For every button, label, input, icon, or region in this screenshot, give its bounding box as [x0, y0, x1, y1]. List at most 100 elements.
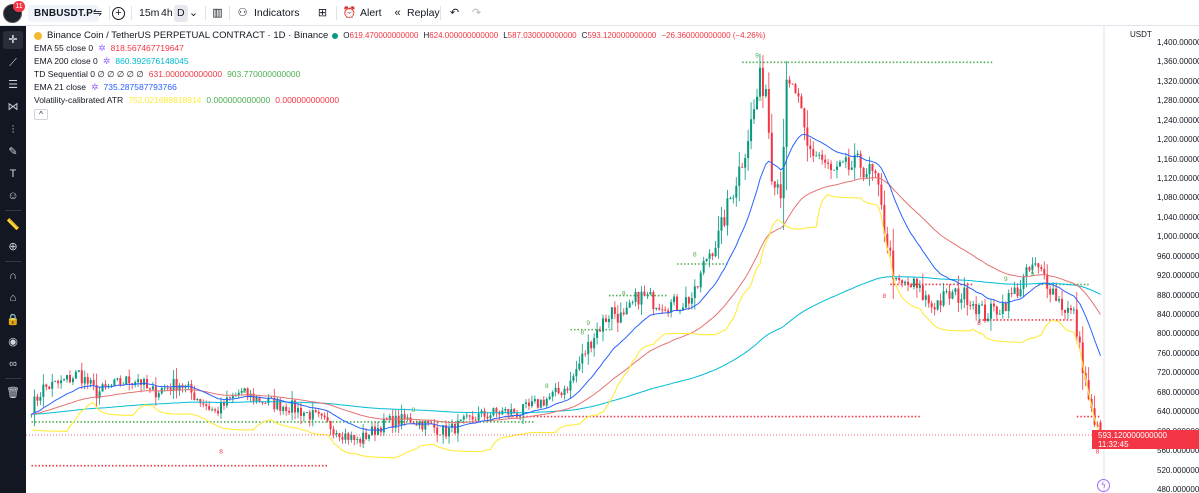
- compare-icon[interactable]: ⇋: [89, 5, 106, 22]
- candle-body: [104, 384, 107, 387]
- candle-body: [264, 402, 267, 404]
- candle-body: [566, 388, 569, 391]
- zoom-icon[interactable]: ⊕: [3, 238, 23, 256]
- candle-body: [154, 386, 157, 398]
- lock-drawing-icon[interactable]: ⌂: [3, 289, 23, 307]
- candle-body: [1075, 309, 1078, 337]
- candle-body: [619, 312, 622, 323]
- indicator-value: 752.021688818914: [128, 95, 202, 105]
- pattern-icon[interactable]: ⋈: [3, 98, 23, 116]
- undo-icon[interactable]: ↶: [446, 5, 463, 22]
- redo-icon[interactable]: ↷: [468, 5, 485, 22]
- candle-body: [166, 387, 169, 389]
- indicator-settings-icon[interactable]: ✲: [103, 55, 111, 68]
- candle-body: [815, 155, 818, 157]
- legend-td-sequential-row[interactable]: TD Sequential 0 ∅ ∅ ∅ ∅ ∅ 631.0000000000…: [34, 68, 770, 81]
- link-icon[interactable]: ∞: [3, 355, 23, 373]
- candle-body: [202, 403, 205, 405]
- ruler-icon[interactable]: 📏: [3, 216, 23, 234]
- candle-body: [285, 406, 288, 411]
- candle-body: [1063, 309, 1066, 313]
- candle-body: [314, 410, 317, 412]
- candle-body: [77, 370, 80, 372]
- indicator-settings-icon[interactable]: ✲: [98, 42, 106, 55]
- candle-body: [548, 396, 551, 399]
- candle-body: [936, 300, 939, 310]
- legend-ema55-row[interactable]: EMA 55 close 0 ✲ 818.567467719647: [34, 42, 770, 55]
- price-axis-label: 840.000000000000: [1157, 310, 1199, 320]
- legend-ema200-row[interactable]: EMA 200 close 0 ✲ 860.392676148045: [34, 55, 770, 68]
- alert-clock-icon[interactable]: ⏰: [341, 5, 358, 22]
- trend-line-icon[interactable]: ⟋: [3, 54, 23, 72]
- price-axis-label: 520.000000000000: [1157, 465, 1199, 475]
- emoji-icon[interactable]: ☺: [3, 187, 23, 205]
- candle-body: [368, 435, 371, 439]
- layout-grid-icon[interactable]: ⊞: [314, 5, 331, 22]
- candle-body: [676, 296, 679, 311]
- legend-atr-row[interactable]: Volatility-calibrated ATR 752.0216888189…: [34, 94, 770, 107]
- indicator-name: EMA 55 close 0: [34, 43, 94, 53]
- add-symbol-icon[interactable]: +: [112, 7, 125, 20]
- lightning-icon[interactable]: ϟ: [1097, 479, 1110, 492]
- candle-body: [525, 402, 528, 405]
- legend-ema21-row[interactable]: EMA 21 close ✲ 735.287587793766: [34, 81, 770, 94]
- replay-button[interactable]: Replay: [404, 5, 443, 22]
- indicator-value: 0.000000000000: [206, 95, 271, 105]
- alert-button[interactable]: Alert: [357, 5, 385, 22]
- candle-body: [225, 397, 228, 406]
- chart-type-icon[interactable]: ▥: [209, 5, 226, 22]
- fib-retracement-icon[interactable]: ☰: [3, 76, 23, 94]
- indicators-icon[interactable]: ⚇: [234, 5, 251, 22]
- trash-icon[interactable]: 🗑: [3, 384, 23, 402]
- toolbar-divider: [109, 6, 110, 20]
- candle-body: [125, 376, 128, 385]
- candle-body: [474, 419, 477, 421]
- price-axis-label: 720.000000000000: [1157, 368, 1199, 378]
- candle-body: [311, 410, 314, 420]
- eye-icon[interactable]: ◉: [3, 333, 23, 351]
- candle-body: [421, 421, 424, 430]
- brush-icon[interactable]: ✎: [3, 143, 23, 161]
- top-toolbar: 11 BNBUSDT.P ⇋ + 15m 4h D ⌄ ▥ ⚇ Indicato…: [0, 0, 1199, 26]
- candle-body: [1022, 276, 1025, 290]
- candle-body: [471, 416, 474, 420]
- candle-body: [113, 379, 116, 386]
- candle-body: [921, 285, 924, 300]
- price-axis-label: 1,240.000000000000: [1157, 115, 1199, 125]
- forecast-icon[interactable]: ⫶: [3, 121, 23, 139]
- text-icon[interactable]: T: [3, 165, 23, 183]
- candle-body: [856, 153, 859, 156]
- legend-collapse-button[interactable]: ^: [34, 109, 48, 120]
- candle-body: [684, 297, 687, 308]
- candle-body: [989, 303, 992, 319]
- candle-body: [148, 388, 151, 390]
- candle-body: [992, 303, 995, 307]
- candle-body: [661, 309, 664, 311]
- candle-body: [835, 166, 838, 170]
- lock-icon[interactable]: 🔒: [3, 311, 23, 329]
- price-axis-label: 680.000000000000: [1157, 387, 1199, 397]
- indicators-button[interactable]: Indicators: [251, 5, 303, 22]
- chevron-down-icon[interactable]: ⌄: [185, 5, 202, 22]
- td-sequential-label: 8: [977, 320, 981, 327]
- candle-body: [572, 376, 575, 381]
- candle-body: [687, 297, 690, 304]
- current-price-value: 593.120000000000: [1098, 431, 1167, 441]
- candle-body: [371, 426, 374, 436]
- candle-body: [750, 119, 753, 142]
- indicator-settings-icon[interactable]: ✲: [91, 81, 99, 94]
- indicator-value: 903.770000000000: [227, 69, 301, 79]
- crosshair-icon[interactable]: ✛: [3, 31, 23, 49]
- magnet-icon[interactable]: ∩: [3, 267, 23, 285]
- candle-body: [1043, 269, 1046, 275]
- drawing-tools-sidebar: ✛ ⟋ ☰ ⋈ ⫶ ✎ T ☺ 📏 ⊕ ∩ ⌂ 🔒 ◉ ∞ 🗑: [0, 26, 26, 493]
- candle-body: [915, 278, 918, 288]
- candle-body: [308, 412, 311, 420]
- price-axis-label: 920.000000000000: [1157, 271, 1199, 281]
- candle-body: [1013, 287, 1016, 294]
- price-axis-unit[interactable]: USDT: [1130, 30, 1152, 39]
- candle-body: [326, 417, 329, 421]
- candle-body: [581, 353, 584, 364]
- candle-body: [797, 93, 800, 97]
- bnb-coin-icon: [34, 31, 42, 40]
